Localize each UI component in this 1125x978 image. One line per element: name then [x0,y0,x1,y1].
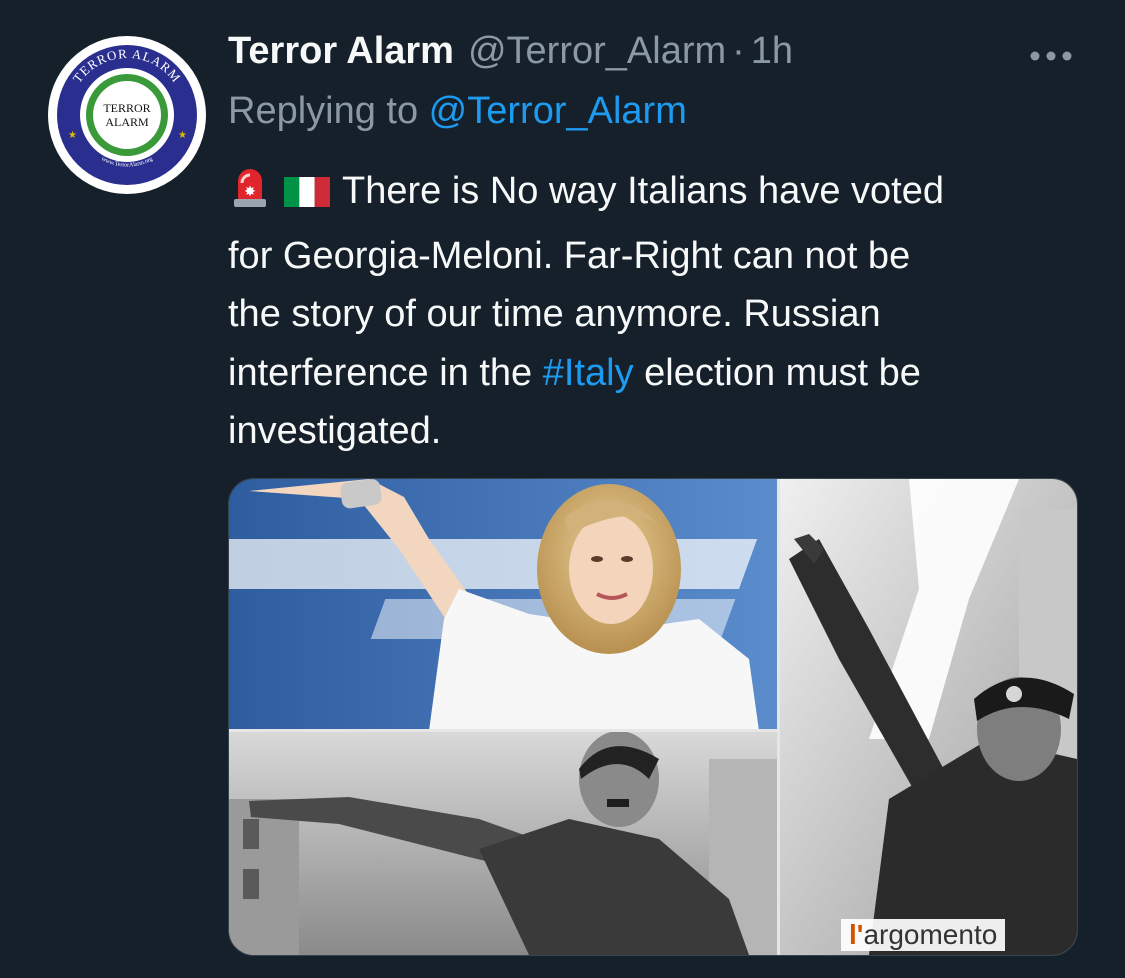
tweet: TERROR ALARM www.TerrorAlarm.org TERROR … [0,0,1125,978]
avatar-inner-text-2: ALARM [105,115,149,129]
italy-flag-icon [284,168,330,227]
user-handle[interactable]: @Terror_Alarm [468,30,726,73]
police-light-icon: ✸ [228,165,272,227]
tweet-text-line-4-after: election must be [633,351,921,394]
watermark-text: argomento [863,919,998,950]
terror-alarm-logo-icon: TERROR ALARM www.TerrorAlarm.org TERROR … [49,37,205,193]
svg-text:★: ★ [178,130,187,141]
avatar-inner-text-1: TERROR [103,101,150,115]
tweet-text-line-4-before: interference in the [228,351,543,394]
replying-to-link[interactable]: @Terror_Alarm [429,90,687,132]
svg-text:★: ★ [68,130,77,141]
svg-text:✸: ✸ [244,184,256,200]
replying-to: Replying to @Terror_Alarm [228,90,687,133]
more-options-button[interactable] [1024,38,1078,74]
argomento-watermark: l'argomento [841,919,1006,951]
separator-dot: · [732,30,745,72]
tweet-header: Terror Alarm @Terror_Alarm · 1h [228,30,793,86]
replying-prefix: Replying to [228,90,429,132]
hashtag-link[interactable]: #Italy [543,352,634,394]
tweet-text-line-2: for Georgia-Meloni. Far-Right can not be [228,234,911,277]
tweet-text-line-3: the story of our time anymore. Russian [228,293,881,335]
tweet-text-line-1: ✸ There is No way Italians have voted [228,162,1088,227]
more-dots-icon [1030,51,1072,61]
tweet-text-line-1-text: There is No way Italians have voted [342,170,944,212]
avatar[interactable]: TERROR ALARM www.TerrorAlarm.org TERROR … [48,36,206,194]
tweet-text: ✸ There is No way Italians have voted fo… [228,162,1088,461]
tweet-text-line-5: investigated. [228,410,442,452]
watermark-prefix: l' [849,919,864,950]
tweet-text-line-4: interference in the #Italy election must… [228,344,1088,403]
tweet-media-image[interactable]: l'argomento [228,478,1078,956]
timestamp[interactable]: 1h [751,30,793,73]
collage-photo-icon [229,479,1077,955]
display-name[interactable]: Terror Alarm [228,30,454,73]
